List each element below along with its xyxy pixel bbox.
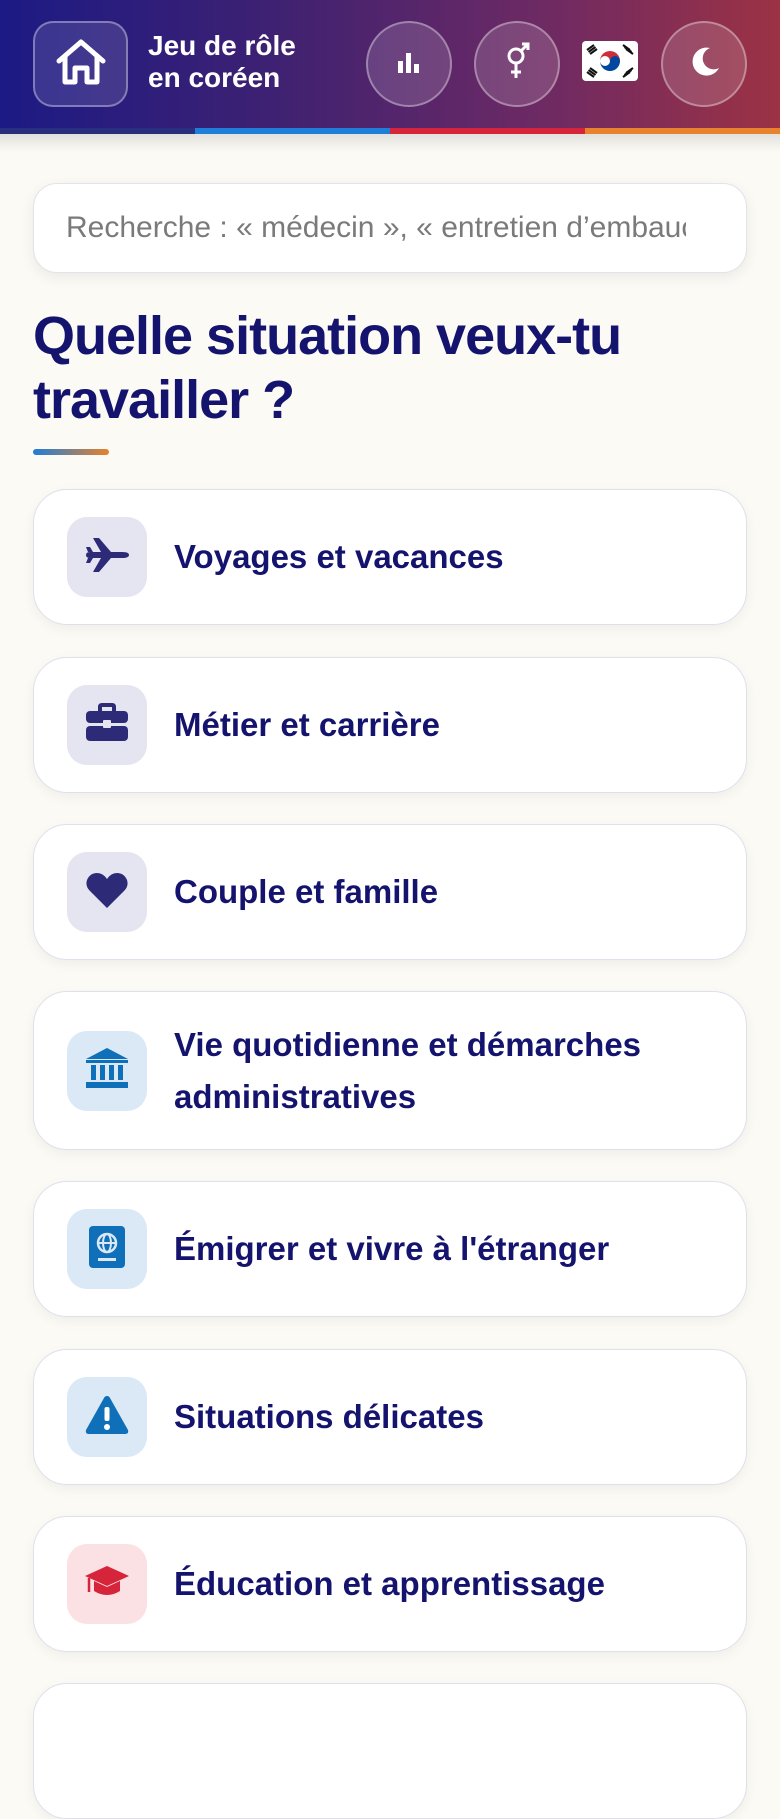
passport-icon — [87, 1224, 127, 1275]
category-label: Couple et famille — [174, 873, 439, 910]
category-label: Émigrer et vivre à l'étranger — [174, 1230, 610, 1267]
gender-button[interactable] — [474, 21, 560, 107]
category-label: Éducation et apprentissage — [174, 1565, 605, 1602]
category-card-travel[interactable]: Voyages et vacances — [33, 489, 747, 625]
category-card-delicate[interactable]: Situations délicates — [33, 1349, 747, 1485]
category-card-career[interactable]: Métier et carrière — [33, 657, 747, 793]
home-icon — [54, 37, 108, 92]
stats-button[interactable] — [366, 21, 452, 107]
airplane-icon — [84, 535, 130, 580]
category-card-daily-life[interactable]: Vie quotidienne et démarches administrat… — [33, 991, 747, 1150]
category-label: Situations délicates — [174, 1398, 484, 1435]
graduation-cap-icon — [83, 1562, 131, 1607]
page-title: Quelle situation veux-tu travailler ? — [33, 306, 622, 430]
moon-icon — [686, 44, 722, 85]
title-underline — [33, 449, 109, 455]
category-card-family[interactable]: Couple et famille — [33, 824, 747, 960]
korea-flag-icon — [582, 40, 638, 86]
category-card-next[interactable] — [33, 1683, 747, 1819]
heart-icon — [85, 870, 129, 915]
briefcase-icon — [84, 702, 130, 748]
bar-chart-icon — [396, 49, 422, 80]
app-title: Jeu de rôle en coréen — [148, 30, 348, 94]
category-label: Vie quotidienne et démarches administrat… — [174, 1025, 642, 1115]
app-title-line2: en coréen — [148, 62, 281, 93]
category-card-emigration[interactable]: Émigrer et vivre à l'étranger — [33, 1181, 747, 1317]
bank-icon — [84, 1046, 130, 1095]
home-button[interactable] — [33, 21, 128, 107]
theme-toggle-button[interactable] — [661, 21, 747, 107]
warning-icon — [84, 1394, 130, 1441]
search-input[interactable] — [33, 183, 747, 273]
language-flag-button[interactable] — [580, 38, 640, 88]
category-label: Métier et carrière — [174, 706, 440, 743]
gender-icon — [502, 42, 532, 87]
app-title-line1: Jeu de rôle — [148, 30, 296, 61]
category-card-education[interactable]: Éducation et apprentissage — [33, 1516, 747, 1652]
category-label: Voyages et vacances — [174, 538, 504, 575]
